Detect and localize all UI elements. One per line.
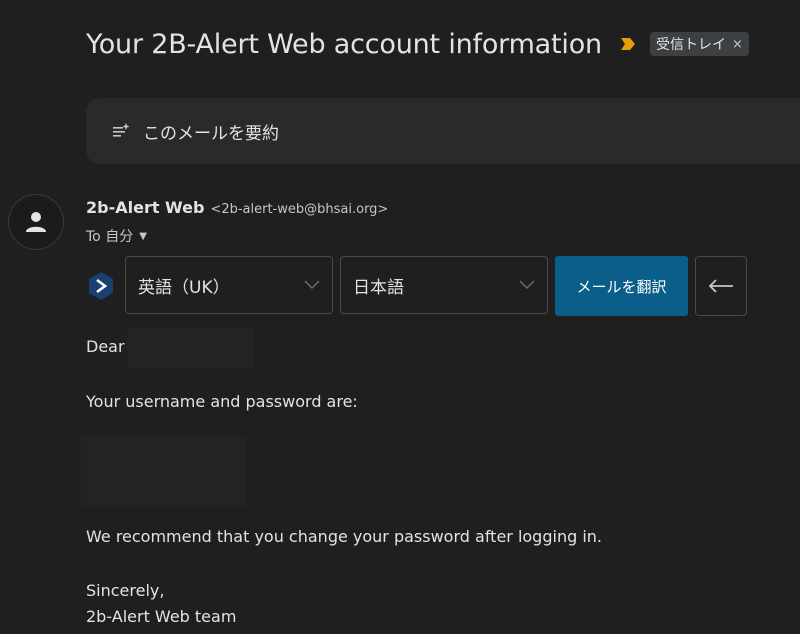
target-language-select[interactable]: 日本語: [340, 256, 548, 314]
target-language-value: 日本語: [353, 277, 404, 298]
summarize-email-button[interactable]: このメールを要約: [86, 98, 800, 164]
recipient-details-toggle[interactable]: To 自分 ▼: [86, 226, 147, 246]
inbox-label-chip: 受信トレイ ×: [649, 32, 749, 56]
sender-email: <2b-alert-web@bhsai.org>: [210, 202, 389, 217]
importance-marker-icon[interactable]: [620, 37, 636, 51]
source-language-select[interactable]: 英語（UK）: [125, 256, 333, 314]
password-recommendation-text: We recommend that you change your passwo…: [86, 527, 602, 546]
translator-logo-icon: [89, 272, 113, 300]
credentials-intro-text: Your username and password are:: [86, 392, 358, 411]
sender-avatar[interactable]: [8, 194, 64, 250]
signature-text: 2b-Alert Web team: [86, 607, 237, 626]
remove-label-icon[interactable]: ×: [732, 37, 743, 52]
email-subject: Your 2B-Alert Web account information: [86, 28, 602, 60]
sender-info: 2b-Alert Web <2b-alert-web@bhsai.org>: [86, 198, 388, 217]
chevron-down-icon: ▼: [139, 230, 147, 242]
summarize-label: このメールを要約: [143, 123, 279, 144]
inbox-label-text: 受信トレイ: [655, 37, 726, 53]
summarize-sparkle-icon: [113, 123, 130, 137]
closing-text: Sincerely,: [86, 581, 165, 600]
translate-email-button[interactable]: メールを翻訳: [555, 256, 688, 316]
greeting-text: Dear: [86, 337, 125, 356]
back-to-original-button[interactable]: [695, 256, 747, 316]
arrow-left-icon: [708, 279, 733, 293]
redacted-credentials: [81, 436, 246, 506]
email-subject-row: Your 2B-Alert Web account information 受信…: [86, 24, 749, 64]
redacted-recipient-name: [127, 328, 254, 368]
sender-name[interactable]: 2b-Alert Web: [86, 198, 204, 217]
chevron-down-icon: [304, 280, 320, 289]
person-icon: [26, 212, 46, 232]
chevron-down-icon: [519, 280, 535, 289]
recipient-label: To 自分: [86, 229, 134, 245]
source-language-value: 英語（UK）: [138, 277, 230, 298]
translate-toolbar: 英語（UK） 日本語 メールを翻訳: [86, 256, 766, 316]
